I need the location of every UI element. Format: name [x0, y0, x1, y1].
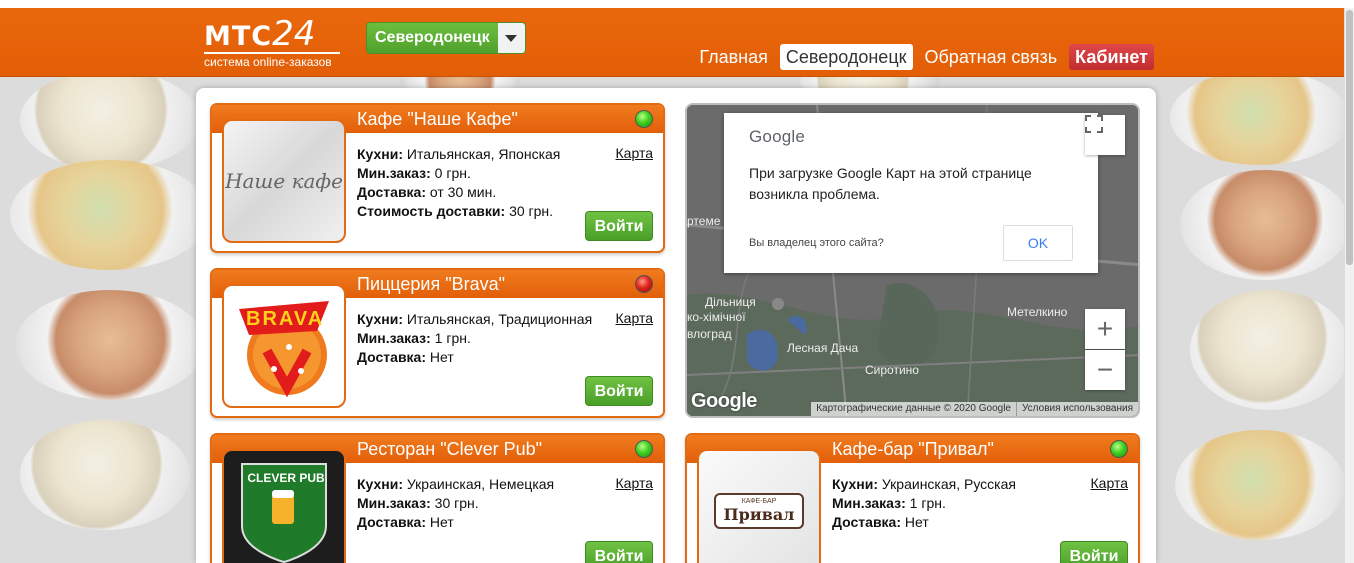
enter-button[interactable]: Войти [585, 376, 653, 406]
site-header: МТС24 система online-заказов Северодонец… [0, 8, 1354, 77]
enter-button[interactable]: Войти [585, 541, 653, 563]
map-label: Сиротино [865, 363, 919, 377]
nav-home[interactable]: Главная [693, 44, 774, 70]
cuisines-label: Кухни: [357, 311, 404, 327]
logo-number: 24 [272, 14, 316, 54]
restaurant-logo-text: Наше кафе [225, 169, 343, 193]
map-link[interactable]: Карта [1091, 475, 1128, 491]
map-label: влоград [687, 327, 732, 341]
min-order-label: Мин.заказ: [357, 495, 431, 511]
site-owner-link[interactable]: Вы владелец этого сайта? [749, 237, 884, 249]
restaurant-logo[interactable]: КАФЕ-БАР Привал [697, 449, 821, 563]
restaurant-logo-subtext: КАФЕ-БАР [741, 498, 777, 505]
nav-cabinet[interactable]: Кабинет [1069, 44, 1154, 70]
content-container: Кафе "Наше Кафе" Наше кафе Кухни: Италья… [196, 88, 1156, 563]
delivery-label: Доставка: [832, 514, 902, 530]
min-order-label: Мин.заказ: [832, 495, 906, 511]
map-label: Лесная Дача [787, 341, 859, 355]
restaurant-name: Кафе-бар "Привал" [832, 439, 994, 459]
min-order-value: 30 грн. [434, 495, 479, 511]
page-scrollbar[interactable] [1344, 8, 1354, 563]
cuisines-value: Украинская, Русская [881, 476, 1016, 492]
restaurant-card: Кафе "Наше Кафе" Наше кафе Кухни: Италья… [210, 103, 665, 253]
enter-button[interactable]: Войти [585, 211, 653, 241]
min-order-label: Мин.заказ: [357, 165, 431, 181]
zoom-out-button[interactable]: − [1085, 350, 1125, 390]
map-data-attribution: Картографические данные © 2020 Google [816, 403, 1011, 414]
restaurant-logo[interactable]: Наше кафе [222, 119, 346, 243]
delivery-cost-label: Стоимость доставки: [357, 203, 506, 219]
map-terms-link[interactable]: Условия использования [1016, 402, 1138, 416]
delivery-value: Нет [429, 349, 454, 365]
delivery-label: Доставка: [357, 184, 427, 200]
fullscreen-icon[interactable] [1085, 115, 1125, 155]
status-indicator-icon [635, 110, 653, 128]
main-nav: Главная Северодонецк Обратная связь Каби… [693, 44, 1154, 70]
top-strip [0, 0, 1354, 8]
restaurant-logo[interactable]: BRAVA [222, 284, 346, 408]
map-link[interactable]: Карта [616, 310, 653, 326]
restaurant-name: Кафе "Наше Кафе" [357, 109, 518, 129]
restaurant-card: Ресторан "Clever Pub" CLEVER PUB Кухни: … [210, 433, 665, 563]
logo-main-text: МТС [204, 21, 273, 52]
map-label: Метелкино [1007, 305, 1068, 319]
logo-subtitle: система online-заказов [204, 52, 340, 69]
restaurant-info: Кухни: Украинская, Русская Мин.заказ: 1 … [832, 475, 1016, 532]
restaurant-info: Кухни: Итальянская, Японская Мин.заказ: … [357, 145, 560, 221]
min-order-value: 1 грн. [434, 330, 471, 346]
delivery-cost-value: 30 грн. [509, 203, 554, 219]
delivery-value: от 30 мин. [429, 184, 497, 200]
google-map-logo: Google [691, 390, 757, 412]
scrollbar-thumb[interactable] [1346, 10, 1353, 265]
restaurant-name: Пиццерия "Brava" [357, 274, 506, 294]
chevron-down-icon[interactable] [497, 23, 525, 53]
nav-city[interactable]: Северодонецк [779, 44, 913, 70]
map-label: ртеме [687, 214, 721, 228]
delivery-value: Нет [429, 514, 454, 530]
map-footer: Картографические данные © 2020 Google Ус… [811, 402, 1138, 416]
restaurant-info: Кухни: Украинская, Немецкая Мин.заказ: 3… [357, 475, 554, 532]
map-label: Дільниця [705, 295, 756, 309]
restaurant-logo-text: Привал [723, 505, 795, 524]
min-order-value: 1 грн. [909, 495, 946, 511]
cuisines-value: Итальянская, Японская [406, 146, 561, 162]
restaurant-name: Ресторан "Clever Pub" [357, 439, 543, 459]
city-select-value[interactable]: Северодонецк [367, 23, 498, 53]
map-error-message: При загрузке Google Карт на этой страниц… [749, 165, 1032, 202]
delivery-label: Доставка: [357, 349, 427, 365]
delivery-label: Доставка: [357, 514, 427, 530]
restaurant-logo-text: BRAVA [246, 308, 325, 330]
restaurant-logo-text: CLEVER PUB [247, 471, 325, 485]
enter-button[interactable]: Войти [1060, 541, 1128, 563]
min-order-label: Мин.заказ: [357, 330, 431, 346]
zoom-in-button[interactable]: + [1085, 309, 1125, 349]
cuisines-label: Кухни: [357, 476, 404, 492]
city-select[interactable]: Северодонецк [366, 22, 526, 54]
restaurant-info: Кухни: Итальянская, Традиционная Мин.зак… [357, 310, 592, 367]
map-label: ко-хімічної [687, 310, 746, 324]
map-link[interactable]: Карта [616, 475, 653, 491]
google-brand: Google [749, 127, 806, 146]
site-logo[interactable]: МТС24 система online-заказов [204, 17, 340, 69]
cuisines-value: Итальянская, Традиционная [406, 311, 593, 327]
status-indicator-icon [1110, 440, 1128, 458]
delivery-value: Нет [904, 514, 929, 530]
map-link[interactable]: Карта [616, 145, 653, 161]
status-indicator-icon [635, 440, 653, 458]
map-error-dialog: Google При загрузке Google Карт на этой … [724, 113, 1098, 273]
cuisines-label: Кухни: [832, 476, 879, 492]
cuisines-label: Кухни: [357, 146, 404, 162]
min-order-value: 0 грн. [434, 165, 471, 181]
restaurant-logo[interactable]: CLEVER PUB [222, 449, 346, 563]
nav-feedback[interactable]: Обратная связь [919, 44, 1064, 70]
restaurant-card: Кафе-бар "Привал" КАФЕ-БАР Привал Кухни:… [685, 433, 1140, 563]
ok-button[interactable]: OK [1003, 225, 1073, 261]
google-map[interactable]: Метелкино Лесная Дача Сиротино Дільниця … [685, 103, 1140, 418]
status-indicator-icon [635, 275, 653, 293]
cuisines-value: Украинская, Немецкая [406, 476, 555, 492]
restaurant-card: Пиццерия "Brava" BRAVA Кухни: Итальянска… [210, 268, 665, 418]
